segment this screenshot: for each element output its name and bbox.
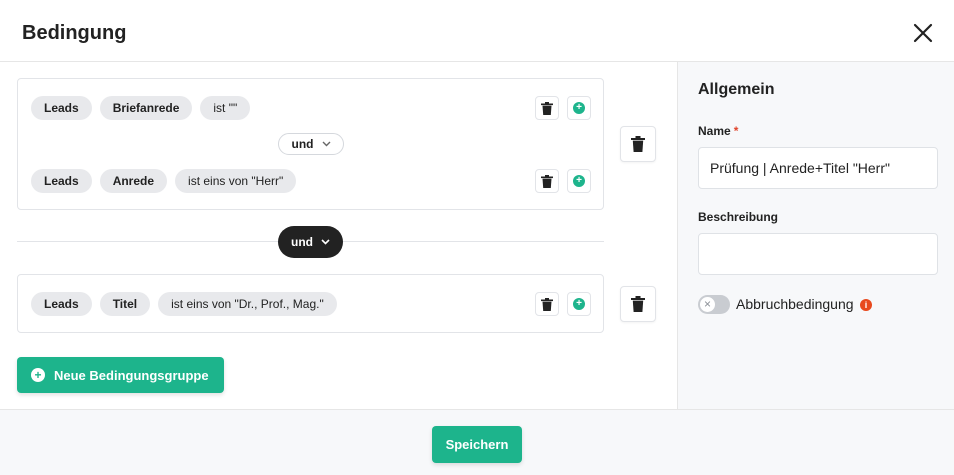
condition-entity-chip[interactable]: Leads [31, 292, 92, 316]
condition-row-1: Leads Briefanrede ist "" [31, 96, 251, 120]
new-condition-group-button[interactable]: + Neue Bedingungsgruppe [17, 357, 224, 393]
inner-operator-select[interactable]: und [278, 133, 344, 155]
dialog-title: Bedingung [22, 22, 127, 44]
trash-icon [631, 296, 645, 312]
general-settings-panel: Allgemein Name* Beschreibung × Abbruchbe… [677, 62, 954, 409]
required-marker: * [733, 124, 739, 138]
description-label: Beschreibung [698, 210, 779, 224]
name-label-text: Name [698, 124, 731, 138]
name-input[interactable] [698, 147, 938, 189]
abort-condition-label: Abbruchbedingung [736, 296, 854, 312]
x-icon: × [700, 297, 715, 312]
conditions-panel: Leads Briefanrede ist "" + und Leads Anr… [0, 62, 677, 409]
trash-icon [541, 101, 553, 115]
trash-icon [541, 297, 553, 311]
section-title: Allgemein [698, 81, 775, 98]
add-condition-button[interactable]: + [567, 169, 591, 193]
dialog-header: Bedingung [0, 0, 954, 62]
outer-operator-select[interactable]: und [278, 226, 343, 258]
plus-circle-icon: + [31, 368, 45, 382]
dialog-footer: Speichern [0, 409, 954, 475]
condition-entity-chip[interactable]: Leads [31, 169, 92, 193]
abort-condition-toggle[interactable]: × [698, 295, 730, 314]
new-condition-group-label: Neue Bedingungsgruppe [54, 367, 209, 383]
condition-entity-chip[interactable]: Leads [31, 96, 92, 120]
condition-row-2: Leads Anrede ist eins von "Herr" [31, 169, 297, 193]
delete-group-button[interactable] [620, 126, 656, 162]
add-condition-button[interactable]: + [567, 292, 591, 316]
name-label: Name * [698, 124, 738, 138]
plus-icon: + [573, 298, 585, 310]
condition-row-3: Leads Titel ist eins von "Dr., Prof., Ma… [31, 292, 337, 316]
delete-group-button[interactable] [620, 286, 656, 322]
condition-group-2: Leads Titel ist eins von "Dr., Prof., Ma… [17, 274, 604, 333]
condition-operator-chip[interactable]: ist eins von "Dr., Prof., Mag." [158, 292, 337, 316]
chevron-down-icon [322, 141, 330, 147]
trash-icon [541, 174, 553, 188]
delete-condition-button[interactable] [535, 292, 559, 316]
plus-icon: + [573, 175, 585, 187]
delete-condition-button[interactable] [535, 169, 559, 193]
outer-operator-label: und [291, 235, 313, 249]
inner-operator-label: und [291, 137, 314, 151]
condition-operator-chip[interactable]: ist "" [200, 96, 251, 120]
condition-field-chip[interactable]: Anrede [99, 169, 168, 193]
close-icon[interactable] [910, 20, 936, 46]
save-button[interactable]: Speichern [432, 426, 522, 463]
description-input[interactable] [698, 233, 938, 275]
chevron-down-icon [321, 239, 330, 245]
condition-group-1: Leads Briefanrede ist "" + und Leads Anr… [17, 78, 604, 210]
condition-field-chip[interactable]: Titel [99, 292, 151, 316]
info-icon[interactable]: i [860, 299, 872, 311]
condition-operator-chip[interactable]: ist eins von "Herr" [175, 169, 297, 193]
trash-icon [631, 136, 645, 152]
plus-icon: + [573, 102, 585, 114]
condition-field-chip[interactable]: Briefanrede [99, 96, 193, 120]
add-condition-button[interactable]: + [567, 96, 591, 120]
delete-condition-button[interactable] [535, 96, 559, 120]
